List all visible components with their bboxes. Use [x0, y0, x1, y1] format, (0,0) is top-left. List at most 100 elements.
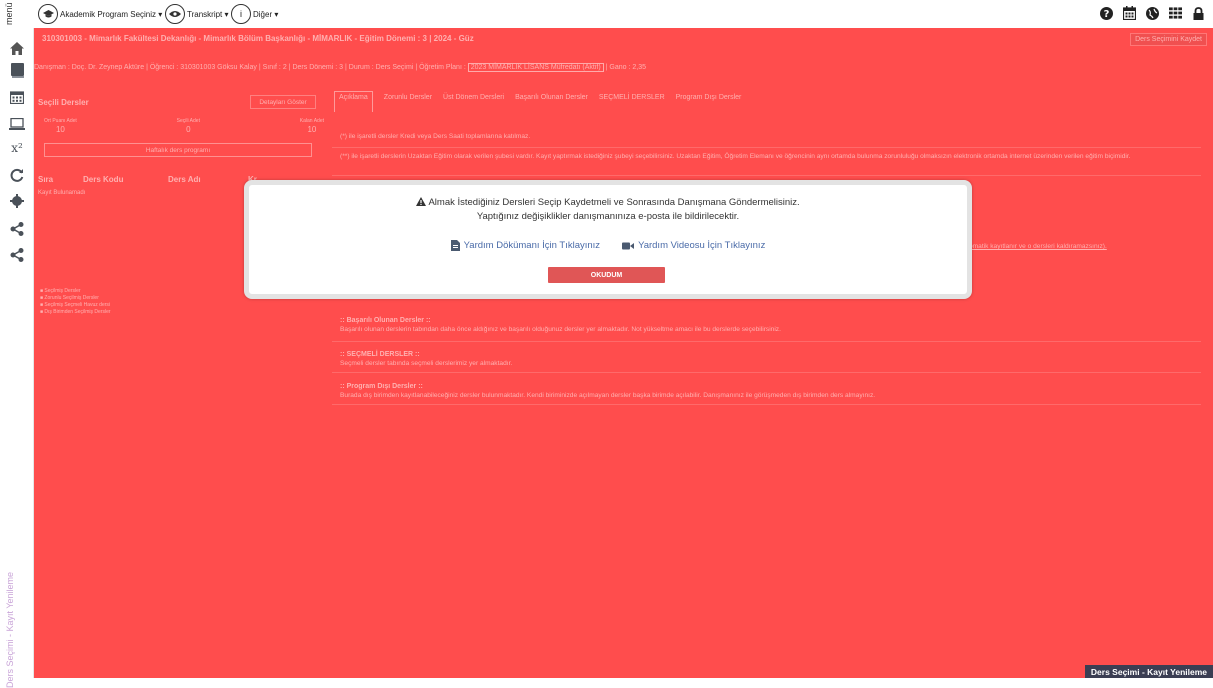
passed-courses-section: :: Başarılı Olunan Dersler :: Başarılı o… — [332, 314, 1201, 342]
stat-total: Ort Puanı Adet10 — [44, 118, 77, 134]
student-label: Öğrenci : — [150, 64, 178, 71]
show-details-button[interactable]: Detayları Göster — [250, 95, 316, 109]
lock-icon[interactable] — [1192, 6, 1205, 20]
share-icon[interactable] — [9, 221, 25, 237]
main-content-overlay: 310301003 - Mimarlık Fakültesi Dekanlığı… — [34, 28, 1213, 678]
ok-button[interactable]: OKUDUM — [548, 267, 665, 283]
auto-enroll-link[interactable]: a otomatik kayıtlanır ve o dersleri kald… — [958, 242, 1198, 251]
rail-caption: Ders Seçimi - Kayıt Yenileme — [5, 548, 15, 688]
empty-table-message: Kayıt Bulunamadı — [38, 190, 85, 196]
tab-passed[interactable]: Başarılı Olunan Dersler — [515, 94, 588, 112]
transcript-label: Transkript ▾ — [187, 10, 229, 19]
stat-total-value: 10 — [44, 125, 77, 134]
legend-item: Zorunlu Seçilmiş Dersler — [40, 295, 111, 302]
help-document-link[interactable]: Yardım Dökümanı İçin Tıklayınız — [451, 240, 600, 251]
superscript-icon[interactable]: x² — [9, 140, 25, 156]
passed-courses-text: Başarılı olunan derslerin tabından daha … — [340, 325, 1201, 334]
eye-icon — [165, 4, 185, 24]
modal-help-links: Yardım Dökümanı İçin Tıklayınız Yardım V… — [249, 240, 967, 251]
info-icon: i — [231, 4, 251, 24]
stat-selected-value: 0 — [177, 125, 200, 134]
column-course-code: Ders Kodu — [83, 175, 168, 184]
tab-electives[interactable]: SEÇMELİ DERSLER — [599, 94, 665, 112]
advisor-label: Danışman : — [34, 64, 70, 71]
external-section: :: Program Dışı Dersler :: Burada dış bi… — [332, 380, 1201, 405]
transcript-button[interactable]: Transkript ▾ — [165, 4, 229, 24]
program-select-button[interactable]: Akademik Program Seçiniz ▾ — [38, 4, 162, 24]
info-modal: Almak İstediğiniz Dersleri Seçip Kaydetm… — [244, 180, 972, 299]
refresh-icon[interactable] — [9, 167, 25, 183]
stat-selected: Seçili Adet0 — [177, 118, 200, 134]
stat-remaining-label: Kalan Adet — [300, 118, 324, 124]
help-document-label: Yardım Dökümanı İçin Tıklayınız — [464, 240, 600, 251]
external-title: :: Program Dışı Dersler :: — [340, 382, 1201, 391]
page-title-badge: Ders Seçimi - Kayıt Yenileme — [1085, 665, 1213, 678]
other-menu-label: Diğer ▾ — [253, 10, 278, 19]
tab-description[interactable]: Açıklama — [334, 91, 373, 112]
status-label: Durum : — [349, 64, 374, 71]
warning-icon — [416, 197, 426, 206]
calendar-rail-icon[interactable] — [9, 89, 25, 105]
student-value: 310301003 Göksu Kalay — [180, 64, 257, 71]
stat-remaining: Kalan Adet10 — [300, 118, 324, 134]
globe-icon[interactable] — [1146, 6, 1159, 20]
note-distance: (**) ile işaretli derslerin Uzaktan Eğit… — [332, 150, 1201, 176]
weekly-schedule-button[interactable]: Haftalık ders programı — [44, 143, 312, 157]
help-video-label: Yardım Videosu İçin Tıklayınız — [638, 240, 765, 251]
advisor-value: Doç. Dr. Zeynep Aktüre — [72, 64, 144, 71]
help-video-link[interactable]: Yardım Videosu İçin Tıklayınız — [622, 240, 765, 251]
svg-text:?: ? — [1104, 9, 1110, 20]
other-menu-button[interactable]: i Diğer ▾ — [231, 4, 278, 24]
book-icon[interactable] — [9, 62, 25, 78]
stat-total-label: Ort Puanı Adet — [44, 118, 77, 124]
column-course-name: Ders Adı — [168, 175, 248, 184]
video-camera-icon — [622, 242, 634, 250]
legend-item: Seçilmiş Seçmeli Havuz dersi — [40, 302, 111, 309]
home-icon[interactable] — [9, 40, 25, 56]
status-value: Ders Seçimi — [376, 64, 414, 71]
gear-icon[interactable] — [9, 193, 25, 209]
term-value: 3 — [339, 64, 343, 71]
note-credit: (*) ile işaretli dersler Kredi veya Ders… — [332, 128, 1201, 148]
save-selection-button[interactable]: Ders Seçimini Kaydet — [1130, 33, 1207, 46]
share-icon-2[interactable] — [9, 247, 25, 263]
plan-value[interactable]: 2023 MİMARLIK LİSANS Müfredatı (Aktif) — [468, 63, 604, 72]
modal-message-1: Almak İstediğiniz Dersleri Seçip Kaydetm… — [249, 197, 967, 208]
legend-item: Dış Birimden Seçilmiş Dersler — [40, 309, 111, 316]
student-info-bar: Danışman : Doç. Dr. Zeynep Aktüre | Öğre… — [34, 64, 646, 78]
graduation-cap-icon — [38, 4, 58, 24]
program-header: 310301003 - Mimarlık Fakültesi Dekanlığı… — [34, 28, 1213, 50]
top-bar: menü Akademik Program Seçiniz ▾ Transkri… — [0, 0, 1213, 28]
course-stats: Ort Puanı Adet10 Seçili Adet0 Kalan Adet… — [44, 118, 324, 134]
electives-section: :: SEÇMELİ DERSLER :: Seçmeli dersler ta… — [332, 348, 1201, 373]
gpa-label: Gano : — [609, 64, 630, 71]
tab-external[interactable]: Program Dışı Dersler — [676, 94, 742, 112]
modal-message-1-text: Almak İstediğiniz Dersleri Seçip Kaydetm… — [428, 197, 799, 208]
document-icon — [451, 240, 460, 251]
course-tabs: Açıklama Zorunlu Dersler Üst Dönem Dersl… — [334, 94, 741, 112]
stat-selected-label: Seçili Adet — [177, 118, 200, 124]
program-select-label: Akademik Program Seçiniz ▾ — [60, 10, 162, 19]
help-icon[interactable]: ? — [1100, 6, 1113, 20]
electives-title: :: SEÇMELİ DERSLER :: — [340, 350, 1201, 359]
tab-mandatory[interactable]: Zorunlu Dersler — [384, 94, 432, 112]
gpa-value: 2,35 — [632, 64, 646, 71]
legend-item: Seçilmiş Dersler — [40, 288, 111, 295]
plan-label: Öğretim Planı : — [419, 64, 466, 71]
apps-grid-icon[interactable] — [1169, 6, 1182, 20]
left-rail: x² Ders Seçimi - Kayıt Yenileme — [0, 28, 34, 678]
tab-upper-term[interactable]: Üst Dönem Dersleri — [443, 94, 504, 112]
laptop-icon[interactable] — [9, 116, 25, 132]
legend: Seçilmiş Dersler Zorunlu Seçilmiş Dersle… — [40, 288, 111, 316]
external-text: Burada dış birimden kayıtlanabileceğiniz… — [340, 391, 1201, 400]
calendar-icon[interactable] — [1123, 6, 1136, 20]
menu-toggle[interactable]: menü — [4, 3, 16, 25]
electives-text: Seçmeli dersler tabında seçmeli dersleri… — [340, 359, 1201, 368]
passed-courses-title: :: Başarılı Olunan Dersler :: — [340, 316, 1201, 325]
term-label: Ders Dönemi : — [292, 64, 337, 71]
modal-message-2: Yaptığınız değişiklikler danışmanınıza e… — [249, 211, 967, 222]
selected-courses-title: Seçili Dersler — [38, 98, 89, 107]
top-right-toolbar: ? — [1100, 6, 1205, 20]
stat-remaining-value: 10 — [300, 125, 324, 134]
class-label: Sınıf : — [263, 64, 281, 71]
